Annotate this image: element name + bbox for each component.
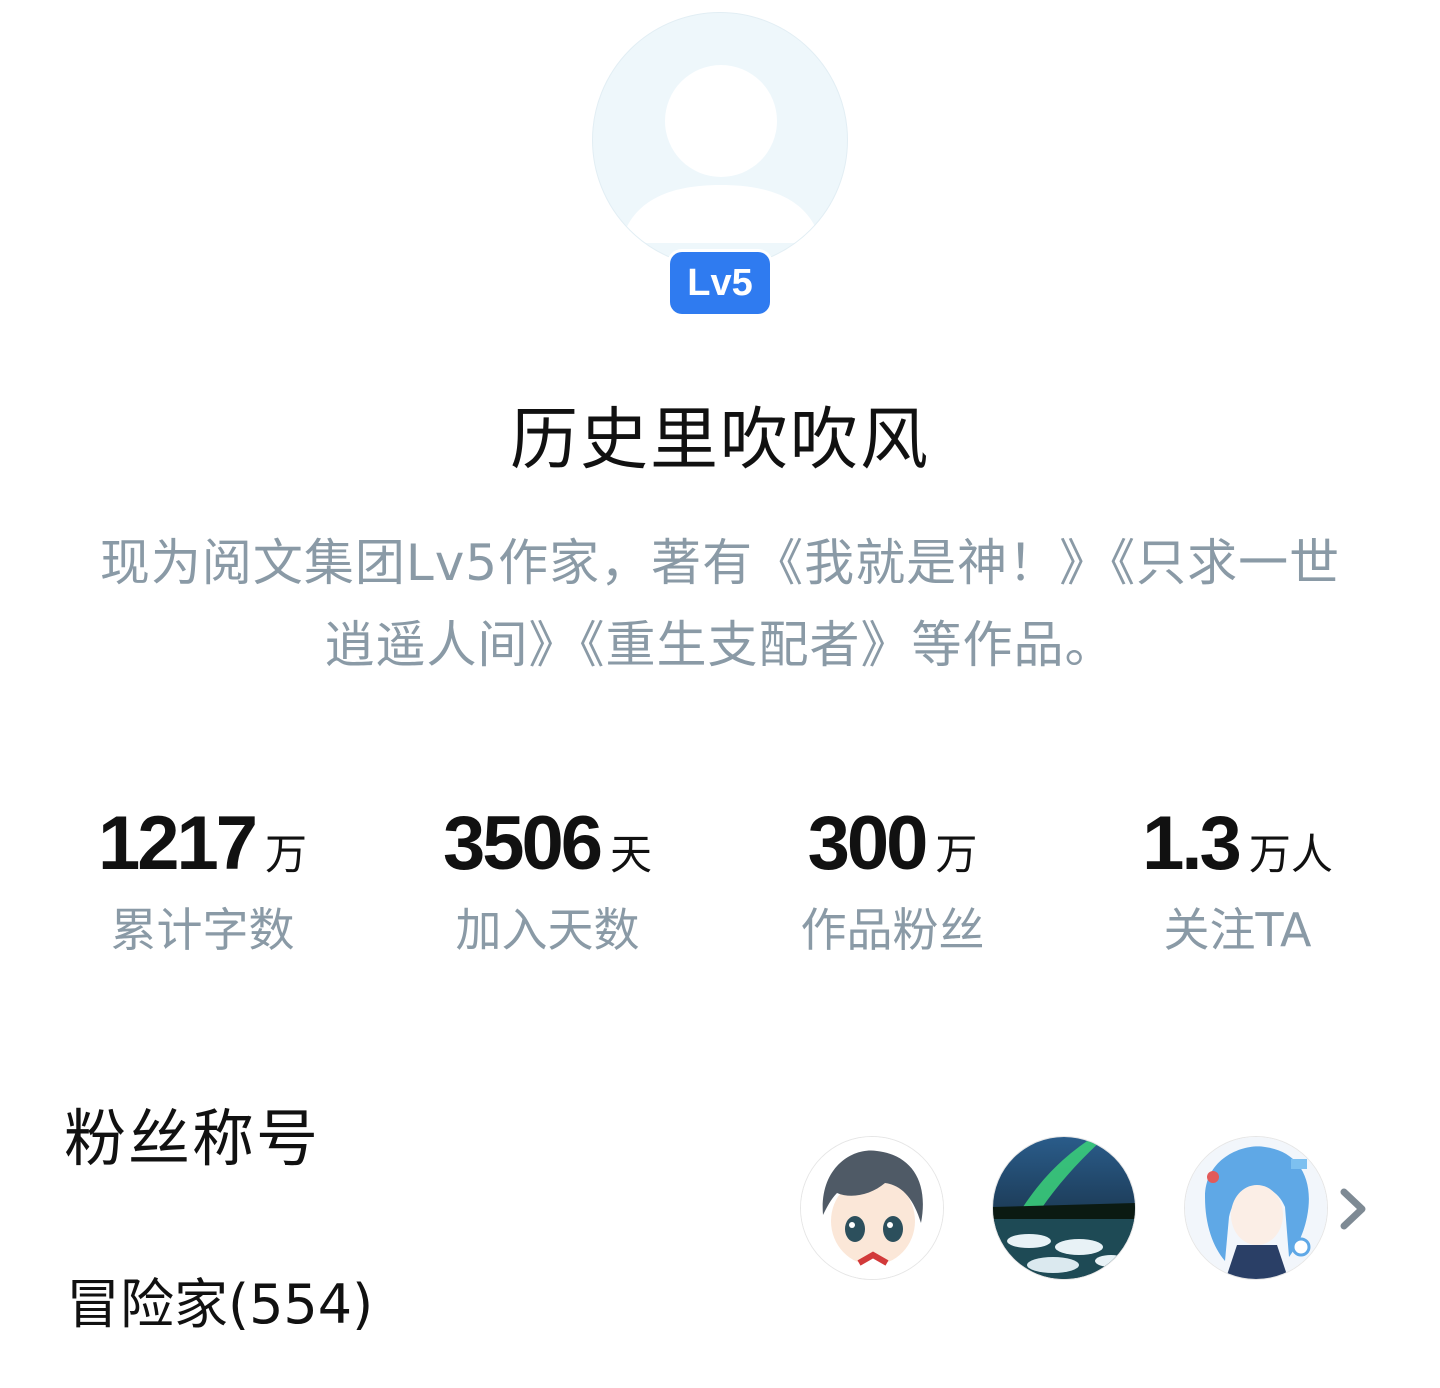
chevron-right-icon[interactable]: [1336, 1186, 1372, 1232]
fan-avatar-aurora[interactable]: [992, 1136, 1136, 1280]
stat-unit: 天: [610, 830, 653, 879]
author-name: 历史里吹吹风: [509, 401, 930, 480]
stat-value: 3506: [442, 801, 603, 886]
stat-work-fans: 300 万 作品粉丝: [720, 800, 1065, 960]
stat-unit: 万: [265, 830, 308, 879]
author-avatar[interactable]: [592, 12, 848, 268]
fan-title-label[interactable]: 冒险家(554): [66, 1260, 373, 1339]
stats-row: 1217 万 累计字数 3506 天 加入天数 300 万 作品粉丝 1.3 万…: [30, 800, 1410, 960]
level-badge: Lv5: [670, 252, 770, 314]
author-bio: 现为阅文集团Lv5作家，著有《我就是神！》《只求一世逍遥人间》《重生支配者》等作…: [99, 534, 1341, 674]
stat-total-words: 1217 万 累计字数: [30, 800, 375, 960]
fan-title-section-heading: 粉丝称号: [64, 1102, 321, 1175]
anime-boy-avatar-icon: [801, 1137, 943, 1279]
stat-label: 作品粉丝: [800, 903, 985, 957]
stat-unit: 万: [935, 830, 978, 879]
stat-label: 关注TA: [1163, 903, 1312, 957]
default-user-avatar-icon: [592, 12, 848, 268]
anime-girl-avatar-icon: [1185, 1137, 1327, 1279]
stat-label: 累计字数: [110, 903, 295, 957]
stat-label: 加入天数: [455, 903, 640, 957]
stat-followers[interactable]: 1.3 万人 关注TA: [1065, 800, 1410, 960]
fan-avatar-anime-girl[interactable]: [1184, 1136, 1328, 1280]
stat-value: 1.3: [1142, 801, 1242, 886]
stat-value: 1217: [97, 801, 258, 886]
stat-value: 300: [807, 801, 929, 886]
fan-avatar-anime-boy[interactable]: [800, 1136, 944, 1280]
aurora-landscape-avatar-icon: [993, 1137, 1135, 1279]
stat-unit: 万人: [1248, 830, 1333, 879]
stat-days-joined: 3506 天 加入天数: [375, 800, 720, 960]
